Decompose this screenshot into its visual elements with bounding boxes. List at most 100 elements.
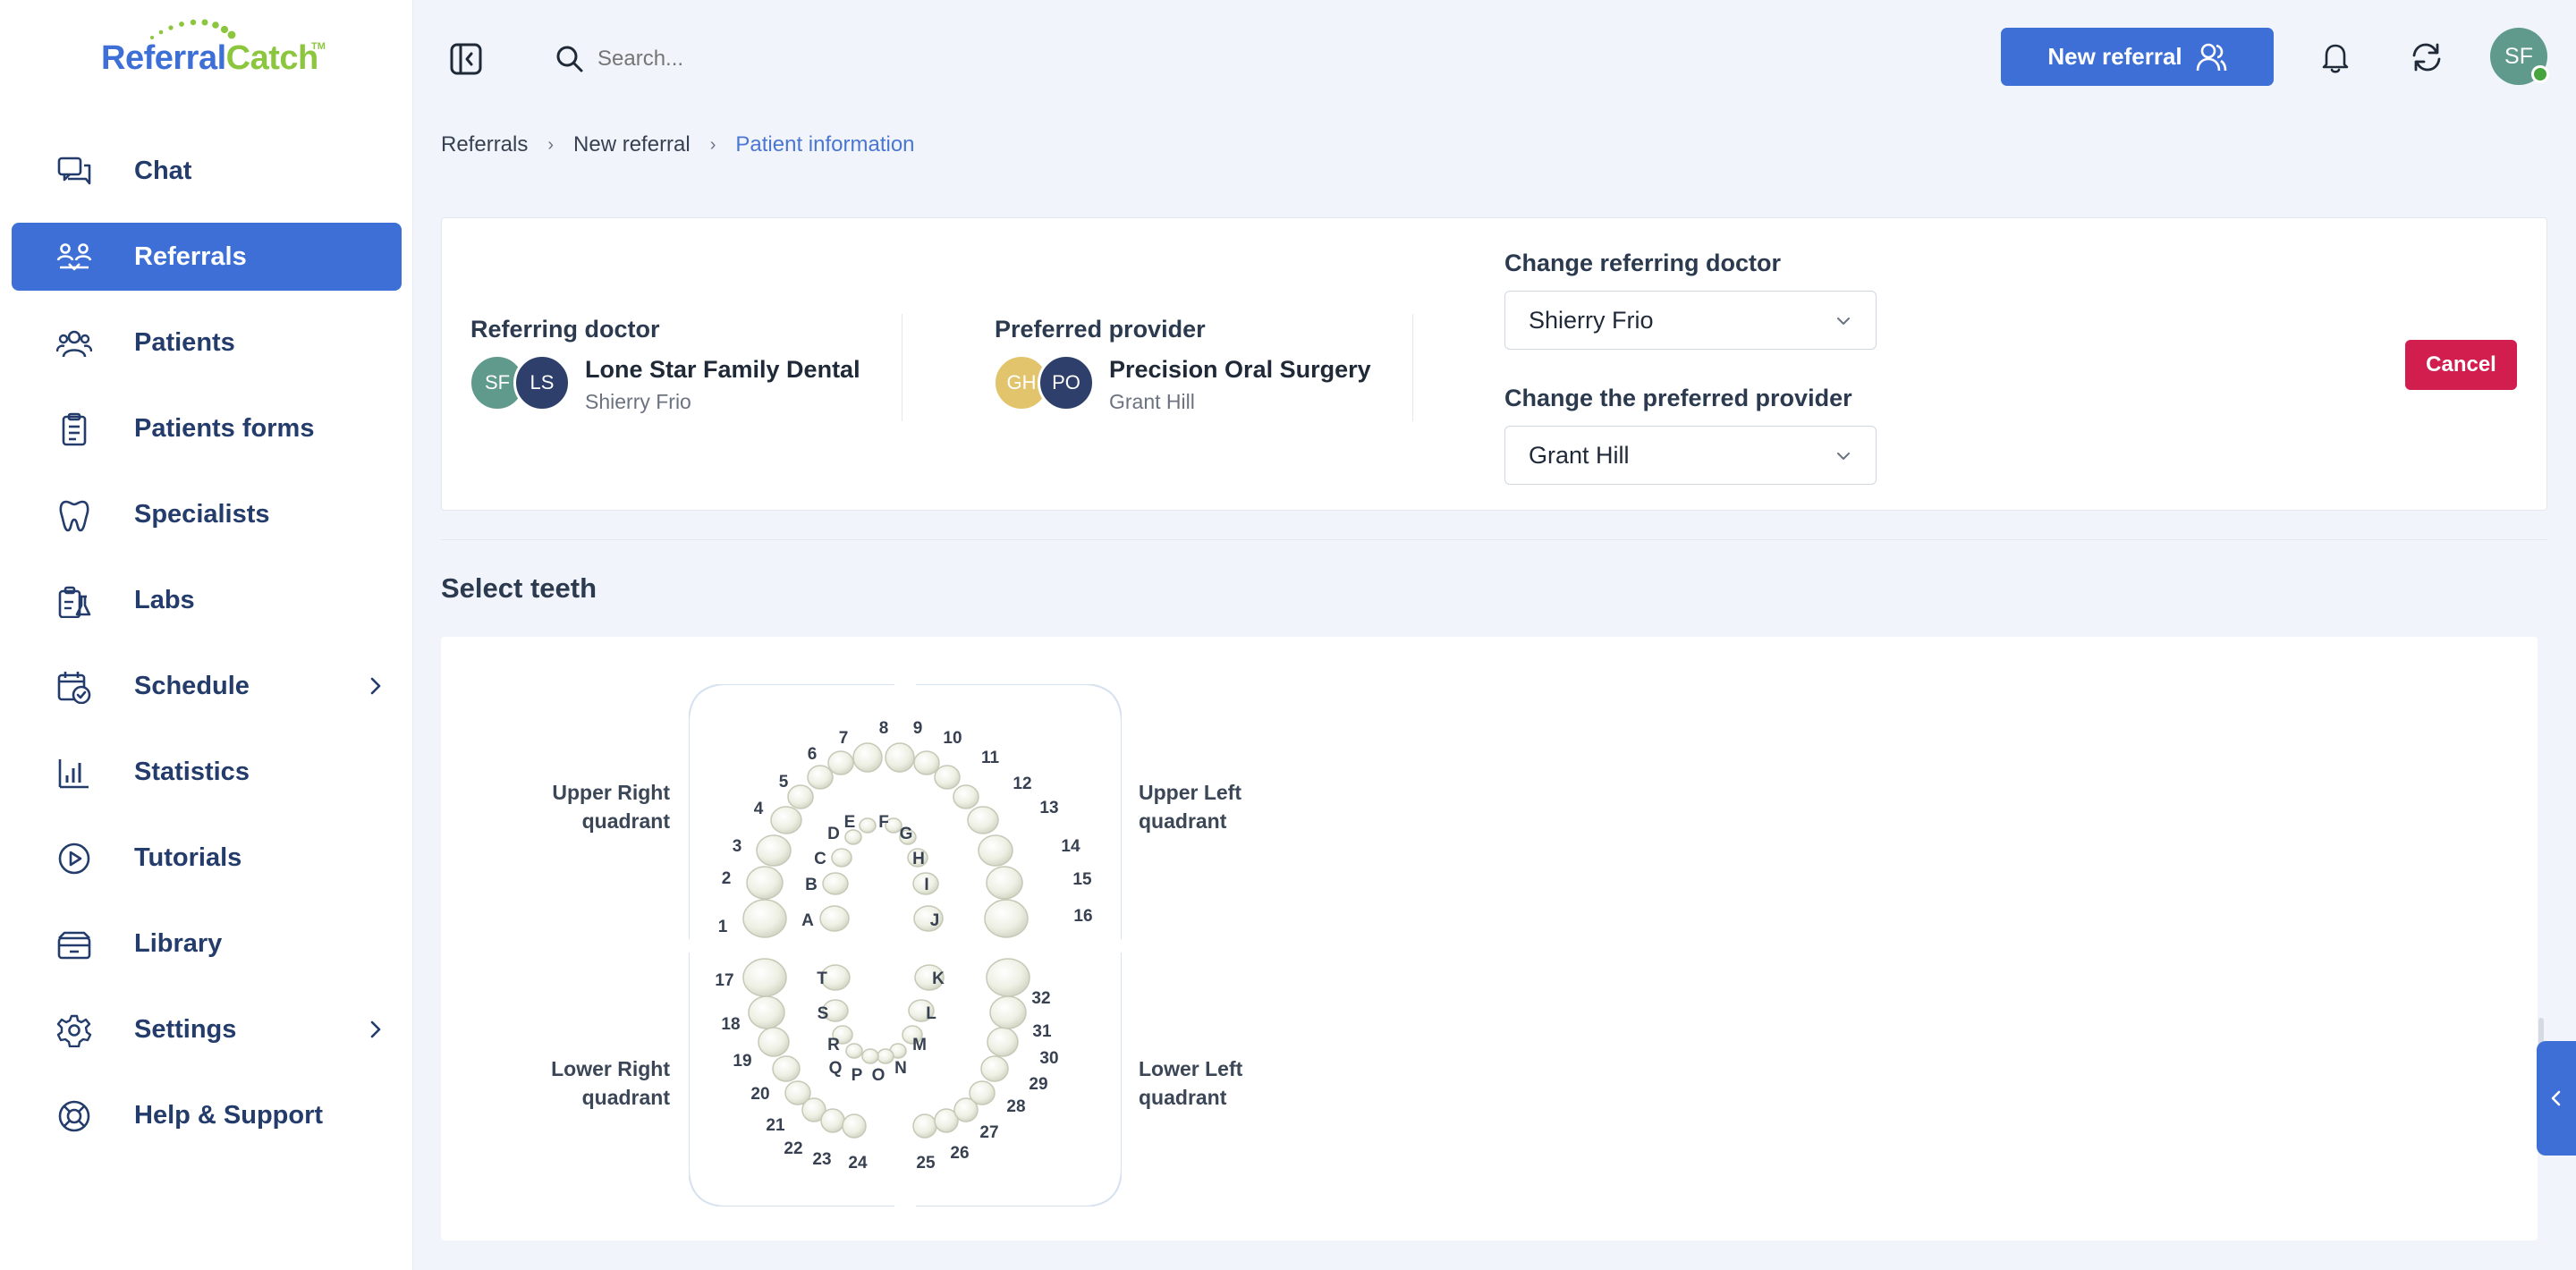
tooth-30[interactable]: [987, 1027, 1019, 1057]
tooth-label: 18: [721, 1015, 740, 1034]
search-icon: [556, 46, 583, 72]
tooth-label: K: [932, 969, 945, 988]
tooth-20[interactable]: [772, 1055, 801, 1082]
search-bar[interactable]: [555, 39, 1091, 79]
tooth-17[interactable]: [742, 958, 787, 997]
upper-right-quadrant-label[interactable]: Upper Right quadrant: [501, 778, 670, 835]
tooth-label: 7: [839, 729, 849, 748]
tooth-b[interactable]: [822, 872, 849, 895]
chevron-right-icon: ›: [547, 134, 555, 155]
tooth-label: F: [878, 813, 889, 832]
sidebar-item-statistics[interactable]: Statistics: [12, 738, 402, 806]
tooth-11[interactable]: [934, 765, 961, 790]
sidebar-item-referrals[interactable]: Referrals: [12, 223, 402, 291]
tooth-1[interactable]: [742, 899, 787, 938]
sidebar-item-label: Statistics: [134, 757, 250, 786]
tooth-23[interactable]: [820, 1108, 845, 1133]
sidebar-item-label: Schedule: [134, 671, 250, 700]
tooth-label: 11: [981, 749, 1000, 767]
tooth-6[interactable]: [807, 765, 834, 790]
sidebar-item-help-and-support[interactable]: Help & Support: [12, 1081, 402, 1149]
tooth-label: 24: [848, 1154, 868, 1173]
user-avatar[interactable]: SF: [2490, 28, 2549, 85]
chat-icon: [56, 155, 92, 189]
cancel-button[interactable]: Cancel: [2405, 340, 2517, 390]
tooth-4[interactable]: [770, 806, 802, 834]
tooth-o[interactable]: [877, 1048, 894, 1064]
tooth-label: 4: [754, 800, 764, 818]
tooth-label: A: [801, 911, 814, 930]
brand-logo[interactable]: ReferralCatch TM: [98, 18, 326, 80]
tooth-8[interactable]: [852, 742, 883, 773]
bell-icon: [2322, 44, 2349, 73]
tooth-3[interactable]: [756, 834, 792, 867]
sidebar-item-label: Specialists: [134, 499, 270, 529]
tooth-q[interactable]: [845, 1043, 863, 1059]
tooth-label: I: [924, 876, 928, 894]
lower-left-quadrant-label[interactable]: Lower Left quadrant: [1139, 1054, 1242, 1112]
tooth-label: 5: [779, 773, 789, 792]
tooth-a[interactable]: [819, 905, 850, 932]
breadcrumb-new-referral[interactable]: New referral: [573, 132, 691, 157]
tooth-label: 28: [1006, 1097, 1025, 1116]
sidebar-item-label: Referrals: [134, 241, 247, 271]
tooth-32[interactable]: [986, 958, 1030, 997]
change-provider-select[interactable]: Grant Hill: [1504, 426, 1877, 485]
quadrant-label-line: Lower Right: [551, 1057, 670, 1080]
sidebar-item-specialists[interactable]: Specialists: [12, 480, 402, 548]
tooth-p[interactable]: [861, 1048, 879, 1064]
tooth-15[interactable]: [986, 866, 1023, 900]
notifications-button[interactable]: [2318, 39, 2353, 75]
new-referral-button[interactable]: New referral: [2001, 28, 2274, 86]
sidebar-item-chat[interactable]: Chat: [12, 137, 402, 205]
change-doctor-select[interactable]: Shierry Frio: [1504, 291, 1877, 350]
tooth-label: 23: [812, 1150, 831, 1169]
teeth-group: [742, 742, 1030, 1139]
tooth-label: 14: [1061, 837, 1080, 856]
side-panel-toggle[interactable]: [2537, 1041, 2576, 1156]
refresh-button[interactable]: [2409, 39, 2445, 75]
tooth-25[interactable]: [912, 1113, 937, 1139]
sidebar-item-tutorials[interactable]: Tutorials: [12, 824, 402, 892]
tooth-label: S: [818, 1004, 829, 1023]
search-input[interactable]: [597, 47, 1045, 72]
sidebar-item-patients-forms[interactable]: Patients forms: [12, 394, 402, 462]
tooth-31[interactable]: [989, 995, 1027, 1029]
tooth-5[interactable]: [787, 784, 814, 809]
sidebar-collapse-button[interactable]: [449, 42, 483, 76]
tooth-18[interactable]: [748, 995, 785, 1029]
sidebar-item-labs[interactable]: Labs: [12, 566, 402, 634]
tooth-label: 25: [916, 1154, 936, 1173]
brand-name: ReferralCatch: [101, 39, 318, 77]
tooth-12[interactable]: [953, 784, 979, 809]
chevron-down-icon: [1837, 453, 1850, 460]
tooth-2[interactable]: [746, 866, 784, 900]
breadcrumb-referrals[interactable]: Referrals: [441, 132, 528, 157]
tooth-10[interactable]: [913, 750, 940, 775]
tooth-29[interactable]: [980, 1055, 1009, 1082]
library-icon: [56, 927, 92, 961]
tooth-19[interactable]: [758, 1027, 790, 1057]
sidebar-item-schedule[interactable]: Schedule: [12, 652, 402, 720]
tooth-16[interactable]: [984, 899, 1029, 938]
tooth-e[interactable]: [859, 817, 877, 834]
divider: [1412, 314, 1413, 421]
tooth-9[interactable]: [885, 742, 915, 773]
tooth-label: 19: [733, 1052, 751, 1071]
tooth-28[interactable]: [969, 1080, 996, 1105]
tooth-13[interactable]: [967, 806, 999, 834]
tooth-icon: [56, 498, 92, 532]
referrals-icon: [56, 241, 92, 275]
sidebar-item-patients[interactable]: Patients: [12, 309, 402, 377]
sidebar-item-library[interactable]: Library: [12, 910, 402, 978]
upper-left-quadrant-label[interactable]: Upper Left quadrant: [1139, 778, 1241, 835]
tooth-24[interactable]: [842, 1113, 867, 1139]
tooth-14[interactable]: [978, 834, 1013, 867]
tooth-7[interactable]: [827, 750, 854, 775]
lower-right-quadrant-label[interactable]: Lower Right quadrant: [501, 1054, 670, 1112]
sidebar-item-settings[interactable]: Settings: [12, 995, 402, 1063]
tooth-label: 17: [715, 971, 733, 990]
tooth-label: C: [814, 850, 826, 868]
tooth-c[interactable]: [831, 848, 852, 868]
tooth-d[interactable]: [844, 829, 862, 845]
